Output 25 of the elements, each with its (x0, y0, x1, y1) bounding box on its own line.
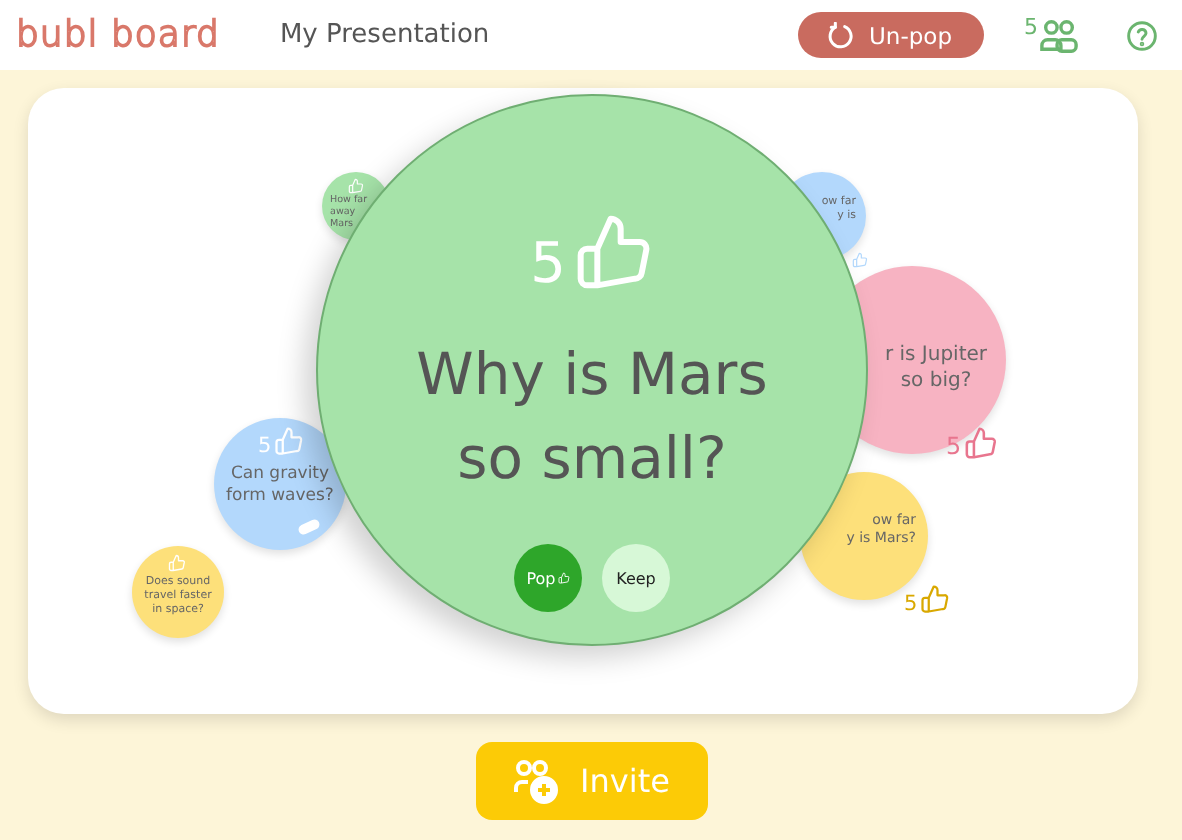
logo[interactable]: bubl board (16, 14, 220, 56)
unpop-button[interactable]: Un-pop (797, 12, 984, 58)
bubble-question: Can gravity form waves? (224, 464, 336, 509)
participant-count: 5 (1024, 13, 1038, 39)
thumbs-up-icon (557, 572, 570, 585)
bubble-question: Why is Mars so small? (416, 338, 768, 497)
keep-button[interactable]: Keep (602, 544, 670, 613)
presentation-title: My Presentation (279, 20, 490, 50)
thumbs-up-icon (573, 212, 654, 292)
help-icon[interactable] (1126, 19, 1158, 51)
thumbs-up-icon (919, 584, 950, 614)
bubble-question: r is Jupiter so big? (882, 342, 990, 394)
thumbs-up-icon (348, 178, 364, 194)
pop-button[interactable]: Pop (514, 544, 582, 613)
shine-mark (296, 517, 322, 537)
thumbs-up-icon (273, 426, 304, 456)
refresh-icon (825, 21, 853, 49)
vote-count: 5 (946, 436, 962, 460)
people-icon[interactable] (1040, 17, 1078, 53)
thumbs-up-icon (963, 426, 998, 460)
add-people-icon (512, 757, 561, 805)
thumbs-up-icon (852, 252, 868, 268)
thumbs-up-icon (168, 554, 186, 572)
vote-count: 5 (530, 236, 566, 292)
vote-count: 5 (258, 435, 272, 456)
